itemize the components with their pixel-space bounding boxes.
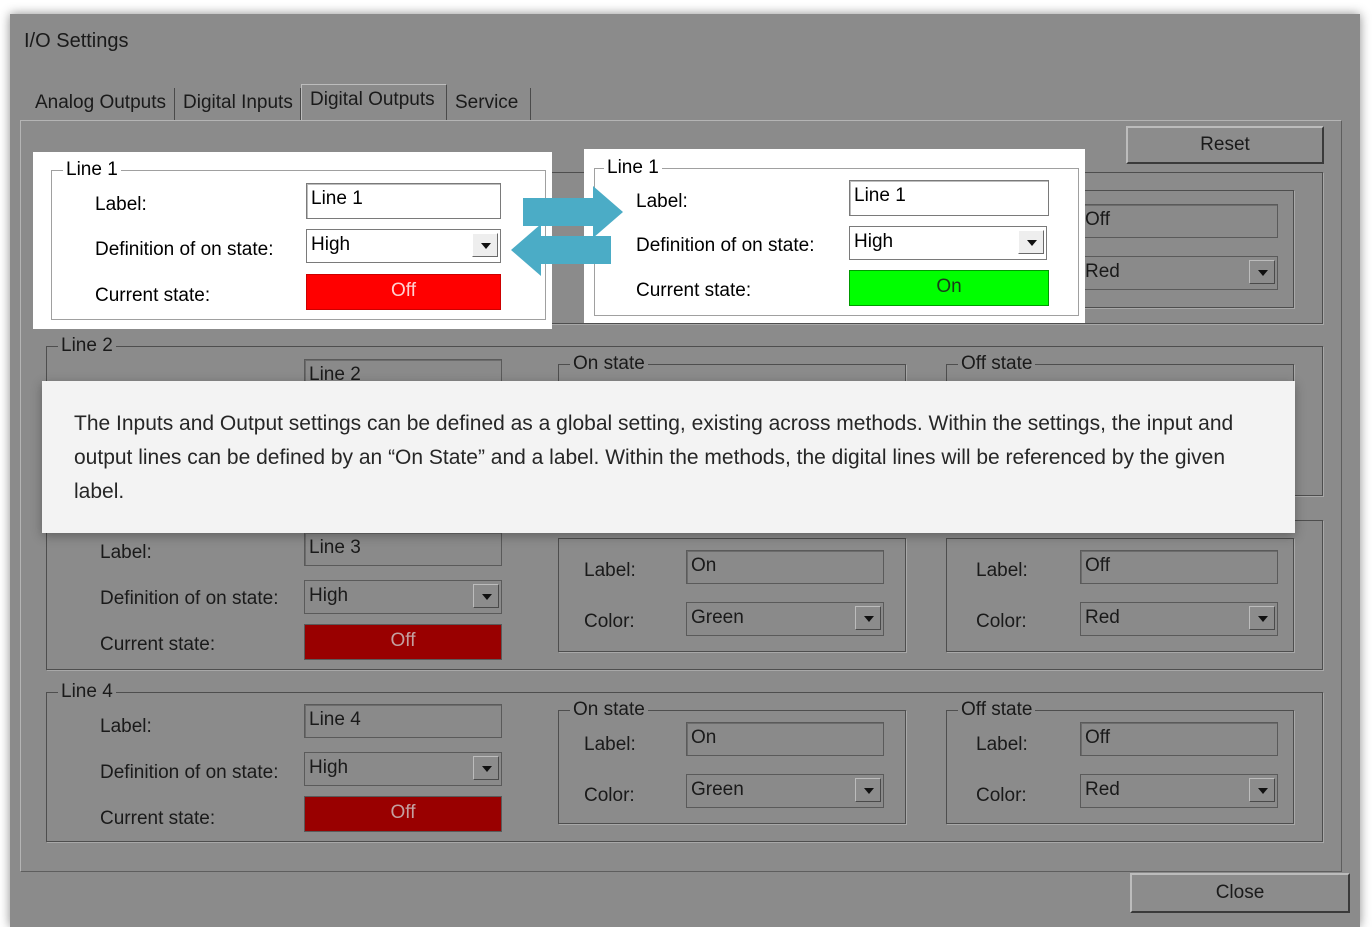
highlight-panel-right: Line 1 Label: Line 1 Definition of on st… [584, 149, 1085, 323]
tab-service[interactable]: Service [447, 88, 531, 120]
close-button[interactable]: Close [1130, 873, 1350, 913]
line-1-label-input[interactable]: Line 1 [849, 180, 1049, 216]
chevron-down-icon[interactable] [473, 584, 499, 608]
selected-value: High [309, 757, 349, 778]
line-2-legend: Line 2 [58, 336, 116, 356]
line-4-current-state: Off [304, 796, 502, 832]
line-1-label-input[interactable]: Line 1 [306, 183, 501, 219]
line-4-on-color-select[interactable]: Green [686, 774, 884, 808]
selected-value: High [311, 234, 351, 255]
line-3-definition-select[interactable]: High [304, 580, 502, 614]
selected-value: Red [1085, 779, 1120, 800]
tab-digital-outputs[interactable]: Digital Outputs [301, 84, 447, 120]
line-3-on-color-caption: Color: [584, 611, 635, 632]
line-4-definition-select[interactable]: High [304, 752, 502, 786]
chevron-down-icon[interactable] [473, 756, 499, 780]
line-3-on-label-caption: Label: [584, 560, 636, 581]
line-3-label-caption: Label: [100, 542, 152, 563]
selected-value: Green [691, 779, 744, 800]
definition-caption: Definition of on state: [95, 239, 274, 260]
line-4-on-state-legend: On state [570, 700, 648, 720]
label-caption: Label: [95, 194, 147, 215]
tab-analog-outputs[interactable]: Analog Outputs [27, 88, 175, 120]
line-4-current-state-caption: Current state: [100, 808, 216, 829]
line-3-off-label-input[interactable]: Off [1080, 550, 1278, 584]
line-3-current-state: Off [304, 624, 502, 660]
line-4-off-label-caption: Label: [976, 734, 1028, 755]
tab-digital-inputs[interactable]: Digital Inputs [175, 88, 301, 120]
callout-text: The Inputs and Output settings can be de… [74, 412, 1234, 503]
line-1-legend: Line 1 [63, 160, 121, 180]
line-3-off-label-caption: Label: [976, 560, 1028, 581]
line-3-definition-caption: Definition of on state: [100, 588, 279, 609]
selected-value: Green [691, 607, 744, 628]
line-4-off-label-input[interactable]: Off [1080, 722, 1278, 756]
line-2-off-state-legend: Off state [958, 354, 1036, 374]
chevron-down-icon[interactable] [472, 233, 498, 257]
line-4-legend: Line 4 [58, 682, 116, 702]
line-4-off-color-select[interactable]: Red [1080, 774, 1278, 808]
line-4-off-color-caption: Color: [976, 785, 1027, 806]
line-3-current-state-caption: Current state: [100, 634, 216, 655]
line-3-off-color-caption: Color: [976, 611, 1027, 632]
line-3-off-color-select[interactable]: Red [1080, 602, 1278, 636]
line-1-current-state-off: Off [306, 274, 501, 310]
current-state-caption: Current state: [636, 280, 752, 301]
line-1-off-color-select[interactable]: Red [1080, 256, 1278, 290]
line-3-label-input[interactable]: Line 3 [304, 532, 502, 566]
reset-button[interactable]: Reset [1126, 126, 1324, 164]
chevron-down-icon[interactable] [1249, 778, 1275, 802]
current-state-caption: Current state: [95, 285, 211, 306]
chevron-down-icon[interactable] [1018, 230, 1044, 254]
line-2-on-state-legend: On state [570, 354, 648, 374]
line-4-on-label-input[interactable]: On [686, 722, 884, 756]
selected-value: High [309, 585, 349, 606]
line-4-definition-caption: Definition of on state: [100, 762, 279, 783]
line-1-definition-select[interactable]: High [849, 226, 1047, 260]
explanation-callout: The Inputs and Output settings can be de… [42, 381, 1295, 533]
selected-value: High [854, 231, 894, 252]
line-4-label-input[interactable]: Line 4 [304, 704, 502, 738]
state-toggle-arrows [511, 186, 623, 276]
window-title: I/O Settings [24, 30, 129, 52]
line-1-legend: Line 1 [604, 158, 662, 178]
chevron-down-icon[interactable] [855, 778, 881, 802]
line-1-current-state-on: On [849, 270, 1049, 306]
selected-value: Red [1085, 261, 1120, 282]
line-4-off-state-legend: Off state [958, 700, 1036, 720]
line-4-label-caption: Label: [100, 716, 152, 737]
chevron-down-icon[interactable] [855, 606, 881, 630]
line-3-on-color-select[interactable]: Green [686, 602, 884, 636]
line-4-on-color-caption: Color: [584, 785, 635, 806]
selected-value: Red [1085, 607, 1120, 628]
definition-caption: Definition of on state: [636, 235, 815, 256]
line-1-off-label-input[interactable]: Off [1080, 204, 1278, 238]
chevron-down-icon[interactable] [1249, 260, 1275, 284]
line-4-on-label-caption: Label: [584, 734, 636, 755]
line-3-on-label-input[interactable]: On [686, 550, 884, 584]
label-caption: Label: [636, 191, 688, 212]
chevron-down-icon[interactable] [1249, 606, 1275, 630]
line-1-definition-select[interactable]: High [306, 229, 501, 263]
highlight-panel-left: Line 1 Label: Line 1 Definition of on st… [33, 152, 552, 329]
